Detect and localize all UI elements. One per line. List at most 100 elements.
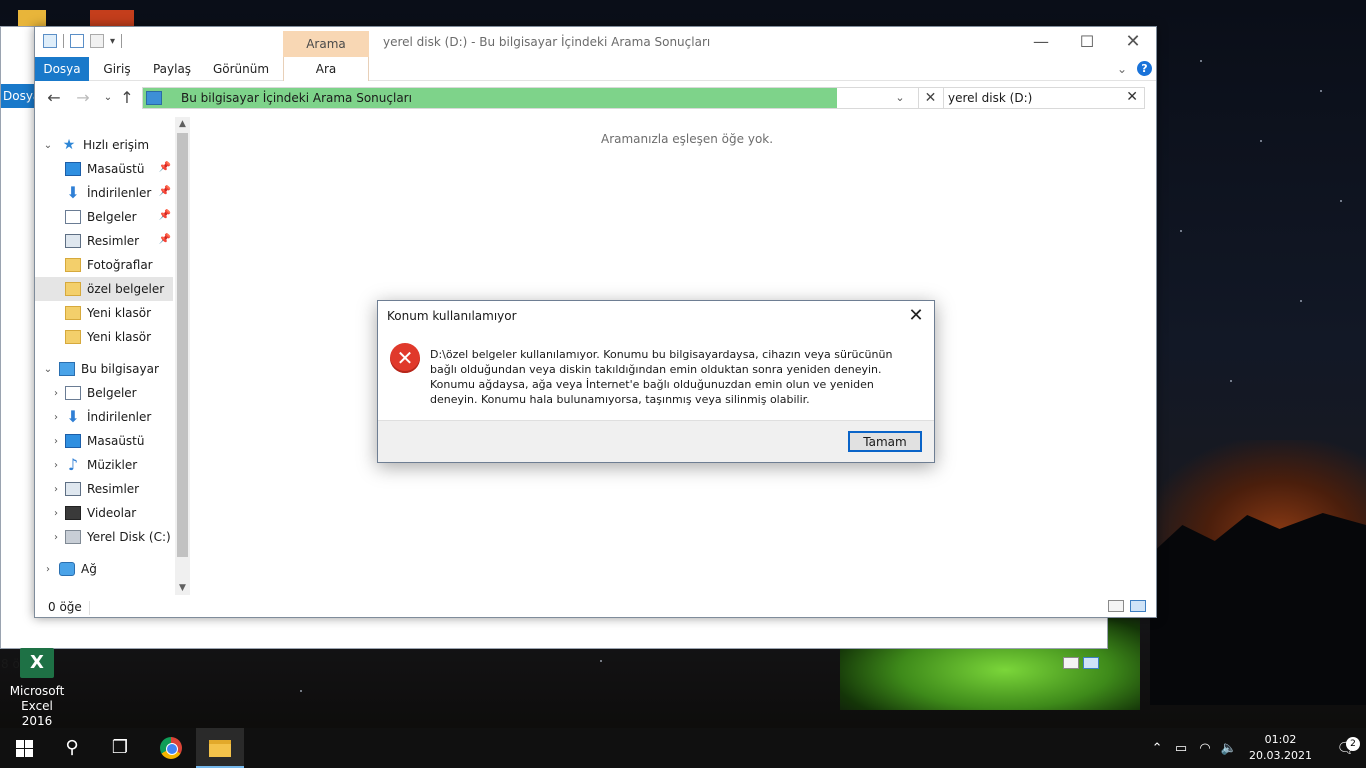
dialog-message: D:\özel belgeler kullanılamıyor. Konumu … (430, 348, 893, 406)
close-button[interactable]: ✕ (1110, 27, 1156, 57)
customize-toolbar-chevron-icon[interactable]: ▾ (110, 36, 115, 47)
search-button[interactable]: ⚲ (48, 728, 96, 768)
download-arrow-icon: ⬇ (66, 407, 80, 426)
forward-arrow-icon[interactable]: → (72, 87, 94, 109)
collapse-chevron-icon[interactable]: ⌄ (41, 364, 55, 375)
back-arrow-icon[interactable]: ← (43, 87, 65, 109)
sidebar-item-quick-access[interactable]: ⌄ ★ Hızlı erişim (35, 133, 173, 157)
details-view-icon[interactable] (1108, 600, 1124, 612)
show-hidden-icons-chevron-icon[interactable]: ⌃ (1145, 741, 1169, 756)
bg-view-icons[interactable] (1063, 657, 1099, 672)
sidebar-item-pc-videos[interactable]: › Videolar (35, 501, 173, 525)
sidebar-item-label: İndirilenler (87, 410, 152, 424)
excel-label-line2: Excel 2016 (21, 699, 53, 728)
no-results-message: Aramanızla eşleşen öğe yok. (601, 132, 774, 146)
sidebar-item-new-folder-2[interactable]: Yeni klasör (35, 325, 173, 349)
ok-button[interactable]: Tamam (848, 431, 922, 452)
title-bar[interactable]: ▾ Arama Araçları yerel disk (D:) - Bu bi… (35, 27, 1156, 77)
scroll-down-arrow-icon[interactable]: ▼ (175, 581, 190, 595)
sidebar-item-pc-music[interactable]: › ♪ Müzikler (35, 453, 173, 477)
sidebar-scrollbar[interactable]: ▲ ▼ (175, 117, 190, 595)
expand-chevron-icon[interactable]: › (49, 412, 63, 423)
sidebar-item-photos[interactable]: Fotoğraflar (35, 253, 173, 277)
battery-icon[interactable]: ▭ (1169, 741, 1193, 756)
windows-logo-icon (15, 739, 33, 757)
address-path: Bu bilgisayar İçindeki Arama Sonuçları (181, 91, 412, 105)
desktop-powerpoint-icon[interactable] (90, 10, 134, 26)
toolbar-divider (121, 34, 123, 48)
scroll-up-arrow-icon[interactable]: ▲ (175, 117, 190, 131)
sidebar-item-network[interactable]: › Ağ (35, 557, 173, 581)
music-note-icon: ♪ (67, 455, 79, 474)
sidebar-item-label: Resimler (87, 482, 140, 496)
dialog-close-icon[interactable]: ✕ (906, 305, 926, 326)
expand-chevron-icon[interactable]: › (49, 484, 63, 495)
minimize-button[interactable]: — (1018, 27, 1064, 57)
wifi-icon[interactable]: ◠ (1193, 741, 1217, 756)
volume-icon[interactable]: 🔈 (1217, 741, 1241, 756)
toolbar-divider (63, 34, 64, 48)
clock[interactable]: 01:02 20.03.2021 (1241, 732, 1326, 764)
sidebar-item-label: Müzikler (87, 458, 138, 472)
desktop-excel-shortcut[interactable]: X Microsoft Excel 2016 (6, 648, 68, 729)
new-folder-icon[interactable] (90, 34, 104, 48)
dialog-footer: Tamam (378, 420, 934, 462)
sidebar-item-pc-documents[interactable]: › Belgeler (35, 381, 173, 405)
scrollbar-thumb[interactable] (177, 133, 188, 557)
expand-chevron-icon[interactable]: › (49, 532, 63, 543)
collapse-chevron-icon[interactable]: ⌄ (41, 140, 55, 151)
bg-file-tab[interactable]: Dosya (1, 84, 40, 108)
tab-file[interactable]: Dosya (35, 57, 89, 81)
sidebar-item-documents[interactable]: Belgeler 📌 (35, 205, 173, 229)
expand-chevron-icon[interactable]: › (49, 388, 63, 399)
sidebar-item-private-documents[interactable]: özel belgeler (35, 277, 173, 301)
status-divider (89, 601, 90, 615)
film-icon (65, 506, 81, 520)
star-icon: ★ (62, 137, 76, 153)
search-box[interactable]: ✕ (943, 87, 1145, 109)
search-input[interactable] (948, 90, 1118, 106)
tab-home[interactable]: Giriş (97, 57, 137, 81)
expand-ribbon-chevron-icon[interactable]: ⌄ (1117, 62, 1127, 76)
start-button[interactable] (0, 728, 48, 768)
sidebar-item-pc-downloads[interactable]: › ⬇ İndirilenler (35, 405, 173, 429)
sidebar-item-downloads[interactable]: ⬇ İndirilenler 📌 (35, 181, 173, 205)
up-arrow-icon[interactable]: ↑ (116, 87, 138, 109)
task-view-button[interactable]: ❐ (96, 728, 144, 768)
sidebar-item-label: Bu bilgisayar (81, 362, 159, 376)
expand-chevron-icon[interactable]: › (49, 436, 63, 447)
document-icon (65, 386, 81, 400)
pictures-icon (65, 482, 81, 496)
expand-chevron-icon[interactable]: › (41, 564, 55, 575)
details-view-icon[interactable] (1063, 657, 1079, 669)
window-title: yerel disk (D:) - Bu bilgisayar İçindeki… (383, 35, 711, 49)
properties-icon[interactable] (70, 34, 84, 48)
location-unavailable-dialog[interactable]: Konum kullanılamıyor ✕ ✕ D:\özel belgele… (377, 300, 935, 463)
maximize-button[interactable]: ☐ (1064, 27, 1110, 57)
large-icons-view-icon[interactable] (1130, 600, 1146, 612)
sidebar-item-pc-pictures[interactable]: › Resimler (35, 477, 173, 501)
sidebar-item-this-pc[interactable]: ⌄ Bu bilgisayar (35, 357, 173, 381)
clear-search-icon[interactable]: ✕ (1126, 89, 1138, 105)
sidebar-item-pictures[interactable]: Resimler 📌 (35, 229, 173, 253)
tab-share[interactable]: Paylaş (147, 57, 197, 81)
help-icon[interactable]: ? (1137, 61, 1152, 76)
sidebar-item-local-disk-c[interactable]: › Yerel Disk (C:) (35, 525, 173, 549)
star (600, 660, 602, 662)
tab-view[interactable]: Görünüm (207, 57, 275, 81)
expand-chevron-icon[interactable]: › (49, 508, 63, 519)
taskbar-file-explorer[interactable] (196, 728, 244, 768)
action-center-button[interactable]: 🗨 2 (1326, 737, 1366, 757)
expand-chevron-icon[interactable]: › (49, 460, 63, 471)
sidebar-item-new-folder[interactable]: Yeni klasör (35, 301, 173, 325)
tab-search[interactable]: Ara (283, 57, 369, 81)
stop-search-icon[interactable]: ✕ (918, 88, 942, 108)
taskbar-chrome[interactable] (147, 728, 195, 768)
large-icons-view-icon[interactable] (1082, 657, 1099, 669)
sidebar-item-desktop[interactable]: Masaüstü 📌 (35, 157, 173, 181)
pin-icon: 📌 (158, 234, 171, 245)
sidebar-item-label: Videolar (87, 506, 137, 520)
address-bar[interactable]: Bu bilgisayar İçindeki Arama Sonuçları ⌄… (142, 87, 944, 109)
address-dropdown-chevron-icon[interactable]: ⌄ (891, 88, 909, 108)
sidebar-item-pc-desktop[interactable]: › Masaüstü (35, 429, 173, 453)
